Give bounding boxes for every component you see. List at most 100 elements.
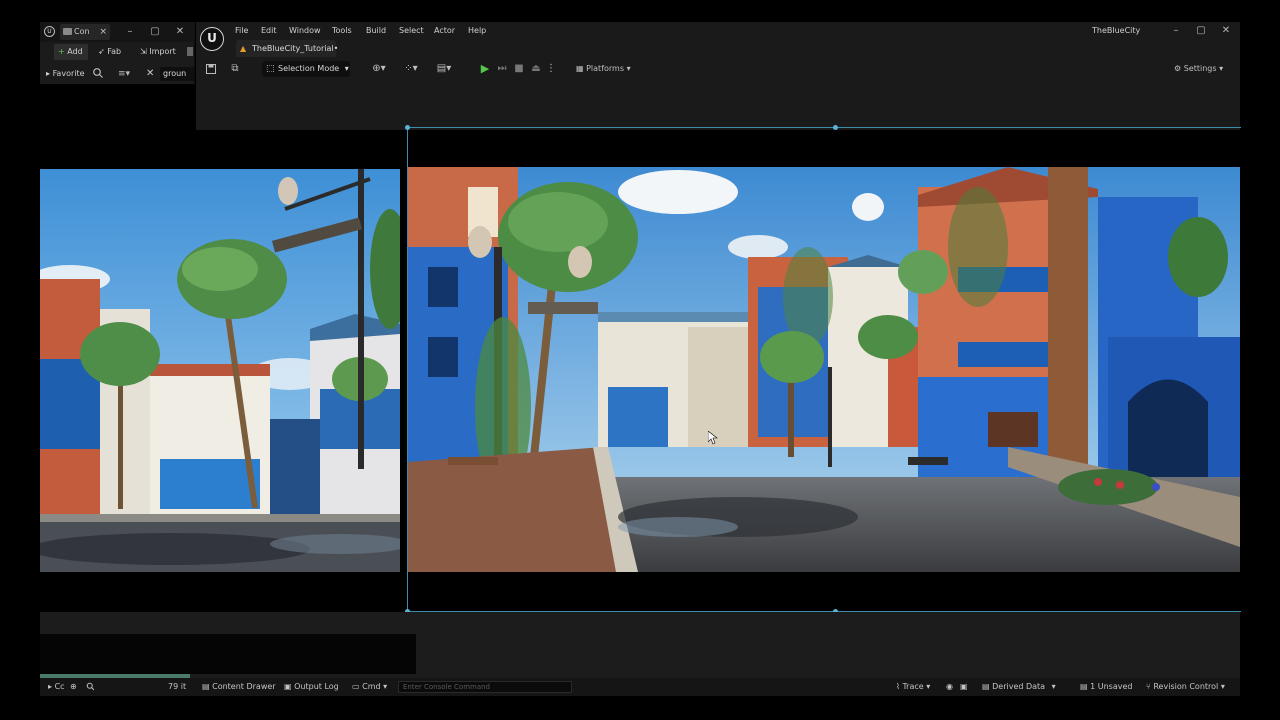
menu-tools[interactable]: Tools (332, 22, 352, 40)
content-drawer-button[interactable]: ▤ Content Drawer (202, 678, 276, 696)
console-command-input[interactable]: Enter Console Command (398, 681, 572, 693)
import-button[interactable]: ⇲ Import (136, 44, 180, 60)
menu-window[interactable]: Window (289, 22, 321, 40)
play-icon[interactable]: ▶ (478, 58, 492, 80)
derived-data-label: Derived Data (992, 682, 1046, 691)
derived-data-icon: ▤ (982, 682, 990, 691)
add-content-icon[interactable]: ⊕ (70, 678, 77, 696)
unreal-small-logo-icon: U (44, 26, 55, 37)
step-icon[interactable]: ⏭ (495, 58, 509, 80)
filter-icon[interactable]: ≡▾ (118, 64, 130, 84)
main-editor-window: U File Edit Window Tools Build Select Ac… (196, 22, 1240, 130)
clear-search-icon[interactable]: ✕ (146, 64, 154, 84)
favorites-expander[interactable]: ▸ Favorite (46, 64, 85, 84)
add-button[interactable]: + Add (54, 44, 88, 60)
plus-icon: + (58, 47, 65, 56)
content-short-label: Cc (54, 682, 65, 691)
item-count: 79 it (168, 682, 187, 691)
unsaved-button[interactable]: ▤ 1 Unsaved (1080, 678, 1132, 696)
chevron-down-icon: ▾ (383, 682, 388, 691)
chevron-right-icon: ▸ (46, 69, 51, 78)
derived-data-dropdown[interactable]: ▤ Derived Data ▾ (982, 678, 1056, 696)
minimize-icon[interactable]: – (1165, 21, 1187, 41)
close-icon[interactable]: ✕ (169, 22, 191, 42)
stop-icon[interactable]: ■ (512, 58, 526, 80)
menu-select[interactable]: Select (399, 22, 424, 40)
left-scene-image (40, 169, 400, 572)
lower-dark-region (40, 634, 416, 674)
menu-bar: File Edit Window Tools Build Select Acto… (196, 22, 1240, 40)
platforms-label: Platforms (586, 64, 625, 73)
minimize-icon[interactable]: – (119, 22, 141, 42)
unsaved-icon: ▤ (1080, 682, 1088, 691)
chevron-down-icon: ▾ (626, 64, 631, 73)
unsaved-label: 1 Unsaved (1090, 682, 1133, 691)
menu-build[interactable]: Build (366, 22, 386, 40)
content-drawer-label: Content Drawer (212, 682, 276, 691)
add-actor-icon[interactable]: ⊕▾ (368, 58, 390, 80)
selection-mode-label: Selection Mode (278, 64, 340, 73)
maximize-icon[interactable]: ▢ (1190, 21, 1212, 41)
search-input[interactable]: groun (160, 67, 194, 81)
status-bar: ▸ Cc ⊕ 79 it ▤ Content Drawer ▣ Output L… (40, 678, 1240, 696)
chevron-down-icon: ▾ (926, 682, 931, 691)
cmd-dropdown[interactable]: ▭ Cmd ▾ (352, 678, 387, 696)
search-icon[interactable] (86, 678, 95, 696)
search-icon[interactable] (92, 67, 104, 79)
chevron-down-icon: ▾ (1220, 682, 1225, 691)
revision-control-dropdown[interactable]: ⑂ Revision Control ▾ (1146, 678, 1225, 696)
menu-help[interactable]: Help (468, 22, 486, 40)
menu-actor[interactable]: Actor (434, 22, 455, 40)
content-collapse-toggle[interactable]: ▸ Cc (48, 678, 65, 696)
maximize-icon[interactable]: ▢ (144, 22, 166, 42)
blueprint-icon[interactable]: ⁘▾ (400, 58, 422, 80)
save-all-icon[interactable] (187, 47, 193, 56)
chevron-down-icon: ▾ (1051, 682, 1056, 691)
record-icon[interactable]: ◉ (946, 678, 953, 696)
folder-icon (63, 28, 72, 35)
content-browser-window: U Con × – ▢ ✕ + Add ➶ Fab ⇲ Import ▸ Fav… (40, 22, 195, 84)
frame-handle-top-left[interactable] (405, 125, 410, 130)
content-browser-tab[interactable]: Con × (60, 24, 110, 40)
menu-edit[interactable]: Edit (261, 22, 277, 40)
left-viewport-scene[interactable] (40, 169, 400, 572)
output-log-button[interactable]: ▣ Output Log (284, 678, 339, 696)
platforms-icon: ▦ (576, 64, 584, 73)
level-icon: ▲ (240, 44, 247, 53)
fab-label: Fab (107, 47, 122, 56)
menu-file[interactable]: File (235, 22, 248, 40)
project-name: TheBlueCity (1092, 26, 1141, 35)
revision-control-icon: ⑂ (1146, 682, 1151, 691)
settings-gear-icon: ⚙ (1174, 64, 1182, 73)
save-icon[interactable] (204, 58, 218, 83)
browse-level-icon[interactable]: ⧉ (228, 58, 242, 80)
fab-button[interactable]: ➶ Fab (94, 44, 125, 60)
trace-dropdown[interactable]: ⌇ Trace ▾ (896, 678, 930, 696)
frame-handle-top-mid[interactable] (833, 125, 838, 130)
close-tab-icon[interactable]: × (99, 24, 107, 40)
revision-control-label: Revision Control (1153, 682, 1219, 691)
selection-mode-dropdown[interactable]: ⬚ Selection Mode ▾ (262, 61, 350, 77)
main-toolbar: ⧉ ⬚ Selection Mode ▾ ⊕▾ ⁘▾ ▤▾ ▶ ⏭ ■ ⏏ ⋮ … (196, 58, 1240, 80)
platforms-dropdown[interactable]: ▦ Platforms ▾ (576, 58, 636, 80)
content-browser-filterbar: ▸ Favorite ≡▾ ✕ groun (40, 64, 195, 84)
lower-panel (40, 612, 1240, 678)
screenshot-icon[interactable]: ▣ (960, 678, 968, 696)
eject-icon[interactable]: ⏏ (529, 58, 543, 80)
settings-label: Settings (1183, 64, 1217, 73)
cinematics-icon[interactable]: ▤▾ (432, 58, 456, 80)
level-tab[interactable]: ▲ TheBlueCity_Tutorial• (236, 40, 338, 57)
content-browser-titlebar: U Con × – ▢ ✕ (40, 22, 195, 42)
chevron-down-icon: ▾ (344, 64, 349, 73)
content-browser-tab-label: Con (74, 27, 90, 36)
trace-icon: ⌇ (896, 682, 900, 691)
close-icon[interactable]: ✕ (1215, 21, 1237, 41)
chevron-right-icon: ▸ (48, 682, 53, 691)
more-options-icon[interactable]: ⋮ (546, 58, 556, 80)
selection-mode-icon: ⬚ (266, 64, 275, 74)
output-log-icon: ▣ (284, 682, 292, 691)
settings-dropdown[interactable]: ⚙ Settings ▾ (1174, 58, 1230, 80)
content-drawer-icon: ▤ (202, 682, 210, 691)
import-label: Import (149, 47, 176, 56)
viewport-selection-frame (407, 127, 1241, 612)
